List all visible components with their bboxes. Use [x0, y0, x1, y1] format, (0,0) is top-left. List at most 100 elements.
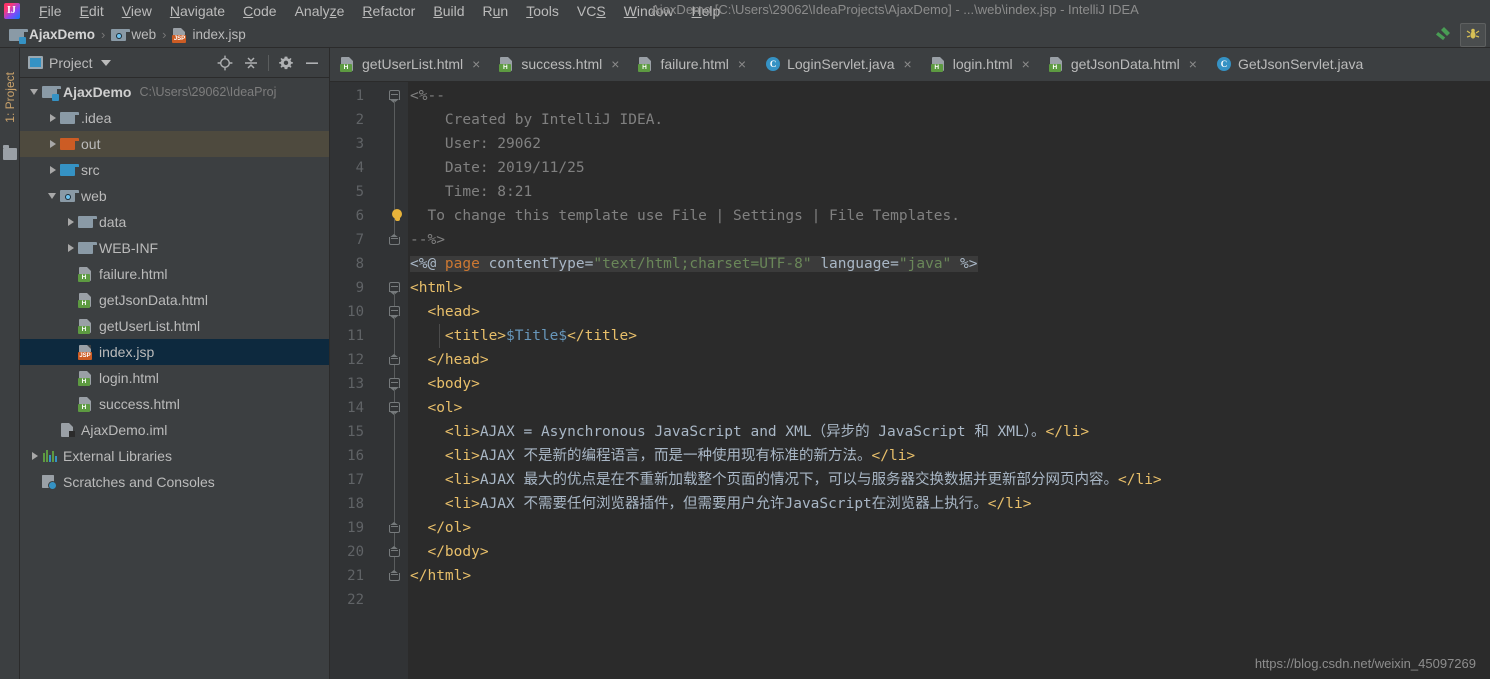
- code-line-16[interactable]: <li>AJAX 不是新的编程语言，而是一种使用现有标准的新方法。</li>: [408, 444, 1476, 468]
- tree-row-ajaxdemo[interactable]: AjaxDemo C:\Users\29062\IdeaProj: [20, 79, 329, 105]
- tree-row-src[interactable]: src: [20, 157, 329, 183]
- fold-start-icon[interactable]: [389, 378, 400, 391]
- tree-row-index-jsp[interactable]: JSP index.jsp: [20, 339, 329, 365]
- breadcrumb-item-project[interactable]: AjaxDemo: [6, 26, 98, 44]
- editor-gutter[interactable]: 1 2 3 4 5 6 7 8 9 10 11 12 13 14 15 16 17 18 19 20 21 22: [330, 82, 408, 679]
- tree-toggle-down-icon[interactable]: [28, 85, 42, 99]
- tree-row-web-inf[interactable]: WEB-INF: [20, 235, 329, 261]
- code-line-12[interactable]: </head>: [408, 348, 1476, 372]
- menu-item-tools[interactable]: Tools: [517, 1, 568, 21]
- tree-toggle-right-icon[interactable]: [46, 163, 60, 177]
- menu-item-edit[interactable]: Edit: [71, 1, 113, 21]
- menu-item-build[interactable]: Build: [424, 1, 473, 21]
- code-line-18[interactable]: <li>AJAX 不需要任何浏览器插件，但需要用户允许JavaScript在浏览…: [408, 492, 1476, 516]
- editor-tab-bar[interactable]: HgetUserList.html × Hsuccess.html × Hfailure…: [330, 48, 1490, 82]
- fold-start-icon[interactable]: [389, 402, 400, 415]
- fold-start-icon[interactable]: [389, 306, 400, 319]
- editor-tab-failure-html[interactable]: Hfailure.html ×: [628, 48, 755, 81]
- tree-toggle-down-icon[interactable]: [46, 189, 60, 203]
- menu-item-vcs[interactable]: VCS: [568, 1, 615, 21]
- project-tree[interactable]: AjaxDemo C:\Users\29062\IdeaProj .idea out s…: [20, 78, 329, 679]
- tree-row-scratches-and-consoles[interactable]: Scratches and Consoles: [20, 469, 329, 495]
- close-icon[interactable]: ×: [738, 57, 746, 71]
- menu-item-analyze[interactable]: Analyze: [286, 1, 354, 21]
- breadcrumb-item-file[interactable]: JSP index.jsp: [169, 26, 248, 44]
- project-panel-title-group[interactable]: Project: [28, 55, 111, 71]
- fold-start-icon[interactable]: [389, 90, 400, 103]
- code-line-17[interactable]: <li>AJAX 最大的优点是在不重新加载整个页面的情况下，可以与服务器交换数据…: [408, 468, 1476, 492]
- editor-tab-getjsondata-html[interactable]: HgetJsonData.html ×: [1039, 48, 1206, 81]
- settings-gear-icon[interactable]: [277, 54, 295, 72]
- code-line-3[interactable]: User: 29062: [408, 132, 1476, 156]
- editor-tab-login-html[interactable]: Hlogin.html ×: [921, 48, 1039, 81]
- structure-folder-icon[interactable]: [3, 145, 17, 160]
- intention-bulb-icon[interactable]: [392, 209, 403, 222]
- code-line-8[interactable]: <%@ page contentType="text/html;charset=…: [408, 252, 1476, 276]
- fold-start-icon[interactable]: [389, 282, 400, 295]
- code-line-5[interactable]: Time: 8:21: [408, 180, 1476, 204]
- tree-row--idea[interactable]: .idea: [20, 105, 329, 131]
- tree-toggle-right-icon[interactable]: [64, 241, 78, 255]
- tree-row-data[interactable]: data: [20, 209, 329, 235]
- menu-item-help[interactable]: Help: [683, 1, 730, 21]
- editor-tab-loginservlet-java[interactable]: C LoginServlet.java ×: [755, 48, 921, 81]
- code-line-10[interactable]: <head>: [408, 300, 1476, 324]
- tree-toggle-right-icon[interactable]: [64, 215, 78, 229]
- tree-row-out[interactable]: out: [20, 131, 329, 157]
- code-line-2[interactable]: Created by IntelliJ IDEA.: [408, 108, 1476, 132]
- menu-item-window[interactable]: Window: [615, 1, 683, 21]
- locate-icon[interactable]: [216, 54, 234, 72]
- breadcrumb-item-web[interactable]: web: [108, 26, 159, 44]
- hide-minimize-icon[interactable]: [303, 54, 321, 72]
- fold-end-icon[interactable]: [389, 354, 400, 365]
- tree-toggle-right-icon[interactable]: [28, 449, 42, 463]
- tree-row-ajaxdemo-iml[interactable]: AjaxDemo.iml: [20, 417, 329, 443]
- fold-end-icon[interactable]: [389, 546, 400, 557]
- menu-item-navigate[interactable]: Navigate: [161, 1, 234, 21]
- code-line-4[interactable]: Date: 2019/11/25: [408, 156, 1476, 180]
- tool-window-button-project[interactable]: 1: Project: [0, 52, 20, 142]
- menu-item-run[interactable]: Run: [474, 1, 518, 21]
- tree-row-getuserlist-html[interactable]: HgetUserList.html: [20, 313, 329, 339]
- tree-row-failure-html[interactable]: Hfailure.html: [20, 261, 329, 287]
- close-icon[interactable]: ×: [904, 57, 912, 71]
- code-line-6[interactable]: To change this template use File | Setti…: [408, 204, 1476, 228]
- editor-tab-getjsonservlet-java[interactable]: C GetJsonServlet.java: [1206, 48, 1372, 81]
- editor-tab-success-html[interactable]: Hsuccess.html ×: [489, 48, 628, 81]
- menu-item-view[interactable]: View: [113, 1, 161, 21]
- menu-item-code[interactable]: Code: [234, 1, 285, 21]
- chevron-down-icon[interactable]: [100, 59, 111, 66]
- code-content[interactable]: <%-- Created by IntelliJ IDEA. User: 290…: [408, 82, 1476, 679]
- code-line-1[interactable]: <%--: [408, 84, 1476, 108]
- run-ant-icon[interactable]: [1460, 23, 1486, 47]
- fold-end-icon[interactable]: [389, 570, 400, 581]
- tree-row-success-html[interactable]: Hsuccess.html: [20, 391, 329, 417]
- menu-item-refactor[interactable]: Refactor: [353, 1, 424, 21]
- code-line-19[interactable]: </ol>: [408, 516, 1476, 540]
- close-icon[interactable]: ×: [1022, 57, 1030, 71]
- close-icon[interactable]: ×: [611, 57, 619, 71]
- fold-end-icon[interactable]: [389, 234, 400, 245]
- collapse-all-icon[interactable]: [242, 54, 260, 72]
- code-line-11[interactable]: <title>$Title$</title>: [408, 324, 1476, 348]
- code-line-20[interactable]: </body>: [408, 540, 1476, 564]
- code-line-14[interactable]: <ol>: [408, 396, 1476, 420]
- build-hammer-icon[interactable]: [1430, 23, 1456, 47]
- tree-row-getjsondata-html[interactable]: HgetJsonData.html: [20, 287, 329, 313]
- tree-row-external-libraries[interactable]: External Libraries: [20, 443, 329, 469]
- close-icon[interactable]: ×: [1189, 57, 1197, 71]
- fold-end-icon[interactable]: [389, 522, 400, 533]
- code-line-7[interactable]: --%>: [408, 228, 1476, 252]
- code-line-13[interactable]: <body>: [408, 372, 1476, 396]
- tree-toggle-right-icon[interactable]: [46, 111, 60, 125]
- close-icon[interactable]: ×: [472, 57, 480, 71]
- tree-row-login-html[interactable]: Hlogin.html: [20, 365, 329, 391]
- code-line-15[interactable]: <li>AJAX = Asynchronous JavaScript and X…: [408, 420, 1476, 444]
- menu-item-file[interactable]: File: [30, 1, 71, 21]
- editor-tab-getuserlist-html[interactable]: HgetUserList.html ×: [330, 48, 489, 81]
- code-line-9[interactable]: <html>: [408, 276, 1476, 300]
- tree-toggle-right-icon[interactable]: [46, 137, 60, 151]
- tree-row-web[interactable]: web: [20, 183, 329, 209]
- code-line-21[interactable]: </html>: [408, 564, 1476, 588]
- code-line-22[interactable]: [408, 588, 1476, 612]
